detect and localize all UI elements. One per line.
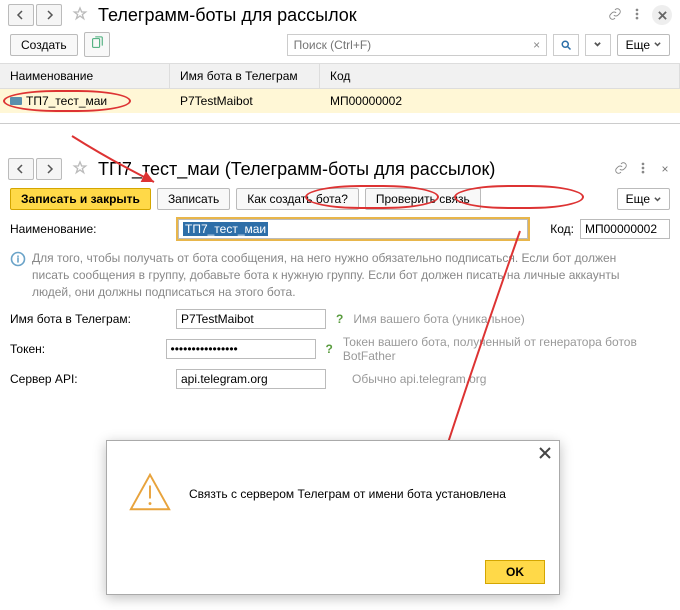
dialog-close-button[interactable] (537, 445, 553, 461)
token-hint: Токен вашего бота, полученный от генерат… (343, 335, 670, 363)
botname-label: Имя бота в Телеграм: (10, 312, 170, 326)
cell-bot: P7TestMaibot (170, 89, 320, 113)
back-button[interactable] (8, 4, 34, 26)
server-hint: Обычно api.telegram.org (352, 372, 486, 386)
save-button[interactable]: Записать (157, 188, 230, 210)
star-icon[interactable] (72, 6, 88, 25)
forward-button[interactable] (36, 4, 62, 26)
server-label: Сервер API: (10, 372, 170, 386)
close-button-2[interactable]: × (658, 162, 672, 176)
create-button[interactable]: Создать (10, 34, 78, 56)
cell-code: МП00000002 (320, 89, 680, 113)
help-icon-2[interactable]: ? (326, 342, 333, 356)
search-button[interactable] (553, 34, 579, 56)
link-icon[interactable] (608, 7, 622, 24)
name-field[interactable]: ТП7_тест_маи (178, 219, 528, 239)
server-field[interactable] (176, 369, 326, 389)
forward-button-2[interactable] (36, 158, 62, 180)
search-input-wrap[interactable]: × (287, 34, 547, 56)
warning-icon (127, 469, 173, 518)
col-name[interactable]: Наименование (0, 64, 170, 88)
name-label: Наименование: (10, 222, 170, 236)
table-row[interactable]: ТП7_тест_маи P7TestMaibot МП00000002 (0, 89, 680, 113)
page-title: Телеграмм-боты для рассылок (98, 5, 608, 26)
kebab-icon-2[interactable] (636, 161, 650, 178)
botname-hint: Имя вашего бота (уникальное) (353, 312, 524, 326)
link-icon-2[interactable] (614, 161, 628, 178)
item-icon (10, 94, 22, 108)
ok-button[interactable]: OK (485, 560, 545, 584)
back-button-2[interactable] (8, 158, 34, 180)
token-label: Токен: (10, 342, 160, 356)
more-button[interactable]: Еще (617, 34, 670, 56)
info-icon (10, 251, 26, 267)
col-bot[interactable]: Имя бота в Телеграм (170, 64, 320, 88)
message-dialog: Связть с сервером Телеграм от имени бота… (106, 440, 560, 595)
copy-button[interactable] (84, 32, 110, 57)
col-code[interactable]: Код (320, 64, 680, 88)
token-field[interactable] (166, 339, 316, 359)
botname-field[interactable] (176, 309, 326, 329)
kebab-icon[interactable] (630, 7, 644, 24)
card-title: ТП7_тест_маи (Телеграмм-боты для рассыло… (98, 159, 614, 180)
star-icon-2[interactable] (72, 160, 88, 179)
info-text: Для того, чтобы получать от бота сообщен… (32, 250, 632, 300)
grid-header: Наименование Имя бота в Телеграм Код (0, 63, 680, 89)
howto-button[interactable]: Как создать бота? (236, 188, 359, 210)
help-icon[interactable]: ? (336, 312, 343, 326)
check-button[interactable]: Проверить связь (365, 188, 481, 210)
search-input[interactable] (288, 38, 528, 52)
close-button[interactable] (652, 5, 672, 25)
save-close-button[interactable]: Записать и закрыть (10, 188, 151, 210)
code-field[interactable] (580, 219, 670, 239)
code-label: Код: (550, 222, 574, 236)
cell-name: ТП7_тест_маи (26, 94, 107, 108)
name-field-wrap: ТП7_тест_маи (176, 217, 530, 241)
dialog-text: Связть с сервером Телеграм от имени бота… (189, 487, 506, 501)
more-button-2[interactable]: Еще (617, 188, 670, 210)
search-dropdown[interactable] (585, 34, 611, 56)
clear-search-icon[interactable]: × (528, 38, 546, 52)
